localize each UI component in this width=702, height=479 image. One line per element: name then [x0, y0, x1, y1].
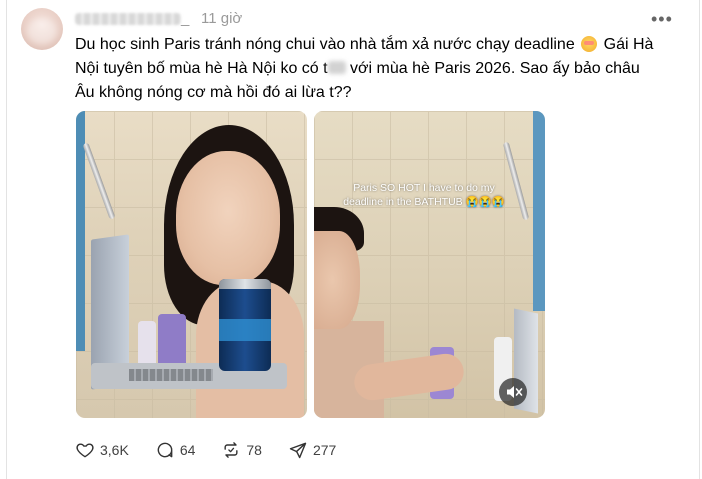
- post-video-2[interactable]: Paris SO HOT I have to do my deadline in…: [314, 111, 545, 418]
- shower-curtain: [533, 111, 545, 311]
- overlay-line-1: Paris SO HOT I have to do my: [353, 182, 495, 194]
- caption-line-2c: với mùa hè Paris 2026. Sao ấy bảo châu: [350, 60, 640, 77]
- face: [176, 151, 280, 285]
- username[interactable]: _: [75, 10, 189, 28]
- post-image-1[interactable]: [76, 111, 307, 418]
- bottle: [138, 321, 156, 369]
- share-button[interactable]: 277: [288, 440, 336, 460]
- caption-line-3: Âu không nóng cơ mà hồi đó ai lừa t??: [75, 84, 352, 101]
- send-icon: [289, 442, 307, 459]
- avatar[interactable]: [21, 8, 63, 50]
- bottle: [158, 314, 186, 369]
- comment-count: 64: [179, 442, 196, 458]
- like-count: 3,6K: [100, 442, 129, 458]
- heart-icon: [76, 443, 94, 458]
- comment-icon: [157, 442, 173, 458]
- mute-button[interactable]: [499, 378, 527, 406]
- repost-icon: [224, 442, 238, 458]
- overlay-line-2: deadline in the BATHTUB 😭😭😭: [343, 196, 505, 208]
- video-overlay-text: Paris SO HOT I have to do my deadline in…: [324, 181, 524, 209]
- post-time: 11 giờ: [201, 10, 243, 27]
- caption-line-2a: Gái Hà: [603, 36, 654, 53]
- like-button[interactable]: 3,6K: [75, 440, 129, 460]
- flushed-face-icon: [581, 36, 598, 52]
- caption-line-2b: Nội tuyên bố mùa hè Hà Nội ko có t: [75, 60, 328, 77]
- repost-count: 78: [246, 442, 262, 458]
- post-card: _ 11 giờ ••• Du học sinh Paris tránh nón…: [6, 0, 700, 479]
- post-caption: Du học sinh Paris tránh nóng chui vào nh…: [75, 33, 685, 105]
- comment-button[interactable]: 64: [155, 440, 196, 460]
- caption-line-1: Du học sinh Paris tránh nóng chui vào nh…: [75, 36, 575, 53]
- username-tail: _: [181, 10, 190, 27]
- face: [314, 231, 360, 329]
- share-count: 277: [312, 442, 337, 458]
- more-options-icon[interactable]: •••: [651, 9, 673, 30]
- username-redacted: [75, 13, 181, 25]
- repost-button[interactable]: 78: [221, 440, 262, 460]
- action-bar: 3,6K 64 78 277: [75, 438, 362, 462]
- speaker-muted-icon: [507, 386, 523, 398]
- redacted-word: [327, 61, 346, 74]
- drink-can: [219, 279, 271, 371]
